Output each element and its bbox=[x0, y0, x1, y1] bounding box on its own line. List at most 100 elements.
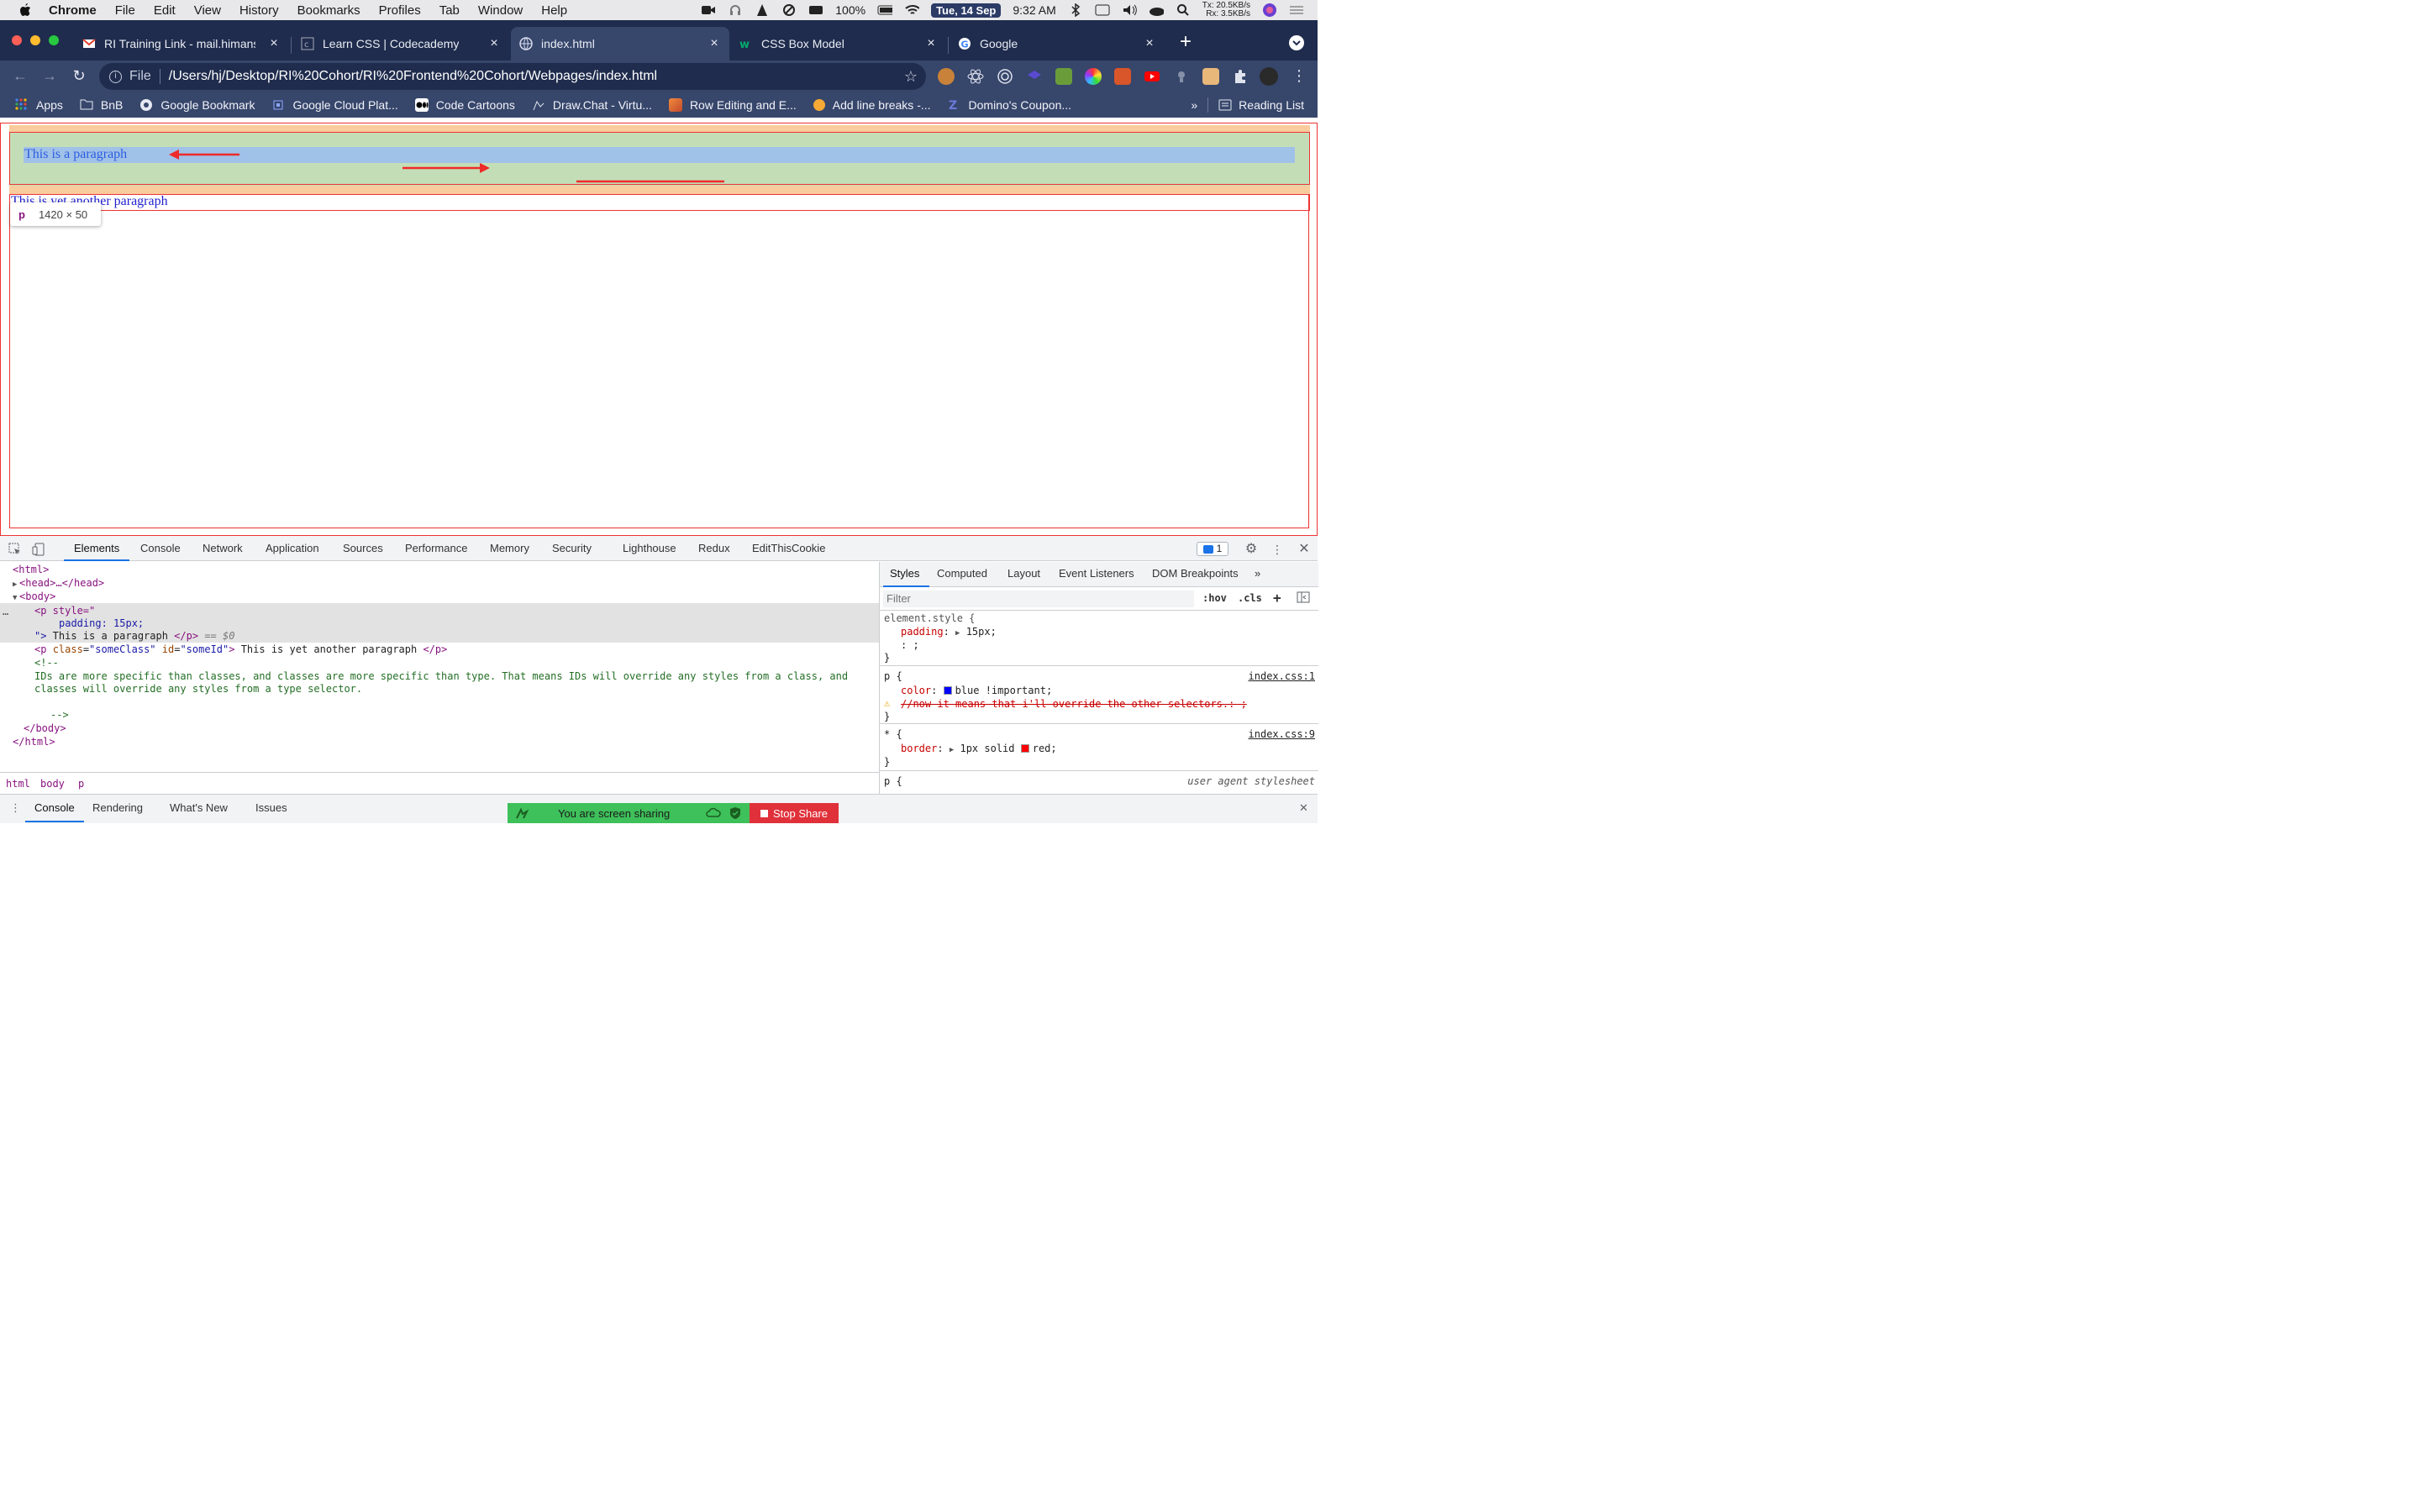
close-tab-icon[interactable]: × bbox=[267, 37, 281, 50]
color-picker-extension-icon[interactable] bbox=[1085, 68, 1102, 85]
devtools-tab-sources[interactable]: Sources bbox=[343, 542, 383, 554]
devtools-tab-performance[interactable]: Performance bbox=[405, 542, 467, 554]
menu-edit[interactable]: Edit bbox=[154, 3, 176, 18]
inspect-element-icon[interactable] bbox=[8, 543, 22, 556]
url-text[interactable]: /Users/hj/Desktop/RI%20Cohort/RI%20Front… bbox=[169, 69, 657, 84]
close-tab-icon[interactable]: × bbox=[1143, 37, 1156, 50]
apple-logo-icon[interactable] bbox=[18, 3, 32, 18]
rule-source-link[interactable]: index.css:1 bbox=[1249, 670, 1315, 683]
breadcrumb-p[interactable]: p bbox=[78, 778, 84, 790]
more-bookmarks-icon[interactable]: » bbox=[1191, 98, 1197, 112]
menu-bookmarks[interactable]: Bookmarks bbox=[297, 3, 360, 18]
devtools-tab-redux[interactable]: Redux bbox=[698, 542, 730, 554]
rule-property-color[interactable]: color: blue !important; bbox=[901, 685, 1052, 697]
hover-state-toggle[interactable]: :hov bbox=[1202, 592, 1227, 604]
do-not-disturb-icon[interactable] bbox=[781, 3, 797, 17]
drawer-close-icon[interactable]: ✕ bbox=[1299, 801, 1308, 815]
dom-comment-open[interactable]: <!-- bbox=[34, 657, 59, 669]
date-display[interactable]: Tue, 14 Sep bbox=[931, 3, 1002, 18]
close-tab-icon[interactable]: × bbox=[924, 37, 938, 50]
bookmark-add-line-breaks[interactable]: Add line breaks -... bbox=[813, 98, 931, 112]
menu-app-name[interactable]: Chrome bbox=[49, 3, 97, 18]
bookmark-google-cloud[interactable]: Google Cloud Plat... bbox=[271, 98, 398, 112]
issues-badge[interactable]: 1 bbox=[1197, 542, 1228, 556]
paragraph-1[interactable]: This is a paragraph bbox=[24, 147, 127, 162]
devtools-tab-network[interactable]: Network bbox=[203, 542, 243, 554]
close-tab-icon[interactable]: × bbox=[708, 37, 721, 50]
headphones-icon[interactable] bbox=[728, 3, 743, 17]
checklist-extension-icon[interactable] bbox=[1055, 68, 1072, 85]
devtools-tab-console[interactable]: Console bbox=[140, 542, 181, 554]
expand-triangle-icon[interactable]: ▶ bbox=[950, 746, 954, 754]
close-tab-icon[interactable]: × bbox=[487, 37, 501, 50]
rule-selector[interactable]: p { bbox=[884, 775, 902, 788]
close-window-button[interactable] bbox=[12, 35, 22, 45]
more-tabs-chevron-icon[interactable]: » bbox=[1255, 567, 1260, 580]
drawer-tab-console[interactable]: Console bbox=[34, 801, 75, 814]
wifi-icon[interactable] bbox=[904, 3, 920, 17]
bookmark-apps[interactable]: Apps bbox=[15, 98, 63, 112]
styles-tab-styles[interactable]: Styles bbox=[890, 567, 919, 580]
styles-filter-input[interactable] bbox=[883, 591, 1194, 607]
menu-file[interactable]: File bbox=[115, 3, 135, 18]
devtools-close-icon[interactable]: ✕ bbox=[1297, 543, 1311, 556]
tab-codecademy[interactable]: c Learn CSS | Codecademy × bbox=[292, 27, 509, 60]
collapse-triangle-icon[interactable]: ▼ bbox=[13, 592, 19, 605]
devtools-tab-security[interactable]: Security bbox=[552, 542, 592, 554]
cookie-extension-icon[interactable] bbox=[1202, 68, 1219, 85]
devtools-tab-editthiscookie[interactable]: EditThisCookie bbox=[752, 542, 825, 554]
rule-new-property[interactable]: : ; bbox=[901, 639, 919, 652]
rule-source-link[interactable]: index.css:9 bbox=[1249, 728, 1315, 741]
bookmark-google-bookmark[interactable]: Google Bookmark bbox=[139, 98, 255, 112]
tab-index-html[interactable]: index.html × bbox=[511, 27, 729, 60]
menu-view[interactable]: View bbox=[194, 3, 221, 18]
forward-button[interactable]: → bbox=[41, 67, 58, 84]
menu-window[interactable]: Window bbox=[478, 3, 523, 18]
bookmark-code-cartoons[interactable]: Code Cartoons bbox=[414, 98, 515, 112]
devtools-more-icon[interactable]: ⋮ bbox=[1270, 543, 1284, 556]
devtools-tab-memory[interactable]: Memory bbox=[490, 542, 529, 554]
info-icon[interactable]: i bbox=[109, 70, 122, 83]
dom-node-html[interactable]: <html> bbox=[13, 564, 49, 576]
spotlight-search-icon[interactable] bbox=[1176, 3, 1191, 17]
devtools-tab-lighthouse[interactable]: Lighthouse bbox=[623, 542, 676, 554]
drawer-tab-rendering[interactable]: Rendering bbox=[92, 801, 143, 814]
dom-html-close[interactable]: </html> bbox=[13, 736, 55, 748]
share-drag-handle-icon[interactable] bbox=[514, 806, 529, 820]
maximize-window-button[interactable] bbox=[49, 35, 59, 45]
rule-property-border[interactable]: border: ▶ 1px solid red; bbox=[901, 743, 1057, 757]
breadcrumb-body[interactable]: body bbox=[40, 778, 65, 790]
chrome-menu-icon[interactable]: ⋮ bbox=[1291, 67, 1307, 84]
devtools-settings-gear-icon[interactable]: ⚙ bbox=[1244, 543, 1258, 556]
bookmark-bnb[interactable]: BnB bbox=[80, 98, 123, 112]
extension-gear-icon[interactable] bbox=[938, 68, 955, 85]
devtools-tab-elements[interactable]: Elements bbox=[74, 542, 119, 554]
rule-invalid-property[interactable]: //now it means that i'll override the ot… bbox=[901, 698, 1247, 711]
new-tab-button[interactable]: + bbox=[1176, 32, 1195, 52]
styles-tab-dom-breakpoints[interactable]: DOM Breakpoints bbox=[1152, 567, 1239, 580]
styles-tab-computed[interactable]: Computed bbox=[937, 567, 987, 580]
volume-icon[interactable] bbox=[1122, 3, 1137, 17]
dom-node-head[interactable]: ▶ <head>…</head> bbox=[13, 577, 104, 591]
tab-search-button[interactable] bbox=[1289, 35, 1304, 50]
drawer-tab-issues[interactable]: Issues bbox=[255, 801, 287, 814]
extensions-puzzle-icon[interactable] bbox=[1232, 68, 1249, 85]
bookmark-row-editing[interactable]: Row Editing and E... bbox=[668, 98, 797, 112]
new-style-rule-icon[interactable]: + bbox=[1273, 590, 1281, 606]
breadcrumb-html[interactable]: html bbox=[6, 778, 30, 790]
styles-tab-event-listeners[interactable]: Event Listeners bbox=[1059, 567, 1134, 580]
dom-node-body[interactable]: ▼ <body> bbox=[13, 591, 55, 605]
battery-icon[interactable] bbox=[877, 3, 893, 17]
off-extension-icon[interactable] bbox=[1114, 68, 1131, 85]
dom-p1-style-value[interactable]: padding: 15px; bbox=[59, 617, 144, 630]
address-bar[interactable]: i File /Users/hj/Desktop/RI%20Cohort/RI%… bbox=[99, 63, 926, 90]
device-toolbar-icon[interactable] bbox=[32, 543, 45, 556]
input-source-icon[interactable] bbox=[1095, 3, 1110, 17]
tab-google[interactable]: G Google × bbox=[950, 27, 1165, 60]
youtube-extension-icon[interactable] bbox=[1144, 68, 1160, 85]
lightbulb-extension-icon[interactable] bbox=[1173, 68, 1190, 85]
share-cloud-icon[interactable] bbox=[706, 807, 721, 819]
color-swatch[interactable] bbox=[943, 686, 952, 695]
devtools-tab-application[interactable]: Application bbox=[266, 542, 319, 554]
dom-node-p-selected[interactable]: <p style=" bbox=[34, 605, 95, 617]
